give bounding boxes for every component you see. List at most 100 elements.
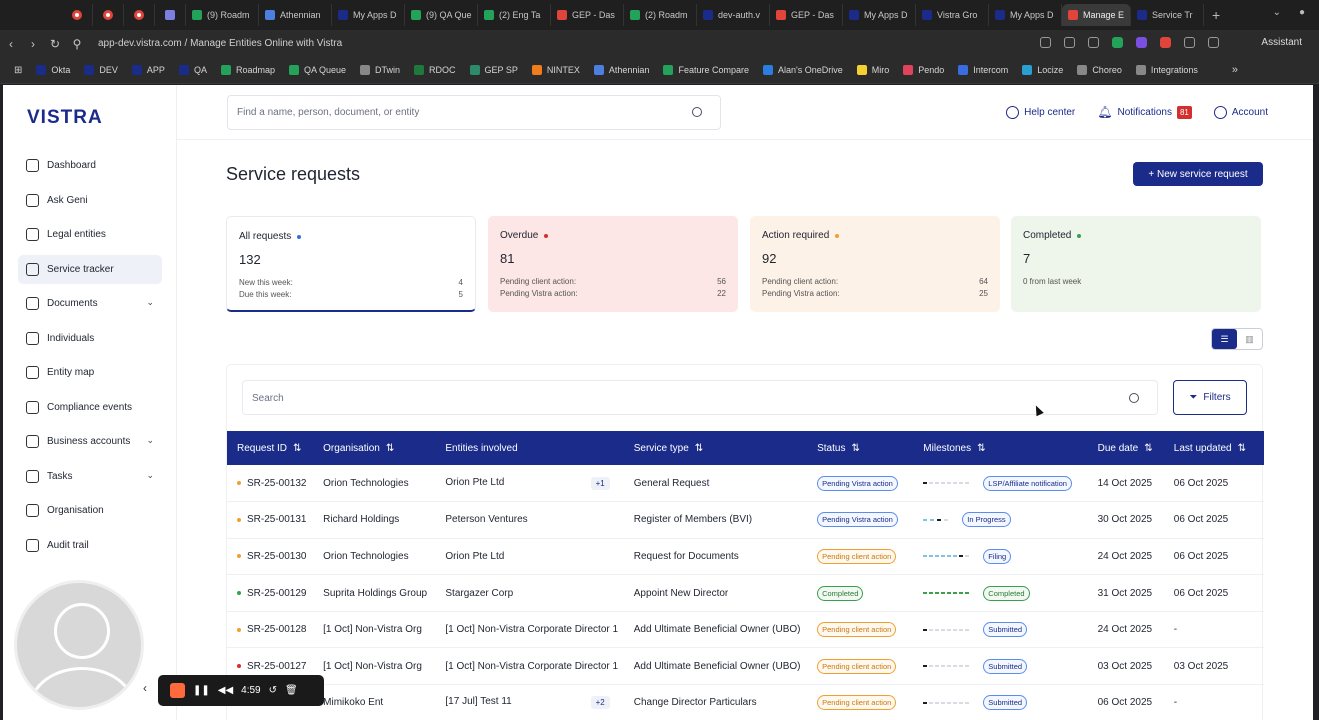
pause-icon[interactable]: ❚❚ [193, 685, 210, 696]
sidebar-item-tasks[interactable]: Tasks ⌄ [18, 462, 162, 491]
table-row[interactable]: SR-25-00126Mimikoko Ent[17 Jul] Test 11+… [227, 685, 1264, 720]
bookmark-item[interactable]: Okta [36, 65, 70, 75]
sidebar-item-individuals[interactable]: Individuals [18, 324, 162, 353]
request-id-cell[interactable]: SR-25-00128 [237, 624, 313, 635]
link-icon[interactable] [1064, 37, 1075, 48]
bookmark-item[interactable]: Pendo [903, 65, 944, 75]
sort-icon[interactable]: ⇅ [695, 443, 703, 454]
extension-icon[interactable] [1088, 37, 1099, 48]
more-bookmarks-icon[interactable]: » [1232, 64, 1238, 76]
bookmark-item[interactable]: QA Queue [288, 65, 346, 75]
sort-icon[interactable]: ⇅ [386, 443, 394, 454]
sort-icon[interactable]: ⇅ [293, 443, 301, 454]
site-info-icon[interactable]: ⚲ [66, 37, 88, 51]
sidebar-item-dashboard[interactable]: Dashboard [18, 151, 162, 180]
puzzle-icon[interactable] [1184, 37, 1195, 48]
bookmark-item[interactable]: DTwin [360, 65, 400, 75]
restart-icon[interactable]: ↺ [269, 685, 277, 696]
chevron-down-icon[interactable]: ⌄ [1273, 7, 1281, 18]
bookmark-item[interactable]: GEP SP [469, 65, 518, 75]
bookmark-item[interactable]: QA [178, 65, 207, 75]
table-row[interactable]: SR-25-00132 Orion Technologies Orion Pte L… [227, 465, 1264, 502]
url-field[interactable]: app-dev.vistra.com / Manage Entities Onl… [98, 38, 342, 49]
filters-button[interactable]: ⏷ Filters [1173, 380, 1247, 415]
bookmark-item[interactable]: Alan's OneDrive [763, 65, 843, 75]
global-search-input[interactable]: Find a name, person, document, or entity [227, 95, 721, 130]
table-row[interactable]: SR-25-00131 Richard Holdings Peterson Vent… [227, 502, 1264, 539]
browser-tab[interactable]: (2) Roadm [624, 4, 697, 26]
window-controls[interactable]: ⌄ ● [1273, 7, 1305, 18]
table-row[interactable]: SR-25-00128 [1 Oct] Non-Vistra Org [1 Oct]… [227, 611, 1264, 648]
bookmark-item[interactable]: Roadmap [220, 65, 275, 75]
collapse-icon[interactable]: ‹ [143, 681, 147, 695]
column-header[interactable]: Entities involved [435, 431, 623, 465]
bookmark-item[interactable]: APP [131, 65, 165, 75]
bookmark-item[interactable]: Athennian [593, 65, 649, 75]
extension-icon[interactable] [1112, 37, 1123, 48]
browser-tab[interactable]: (2) Eng Ta [478, 4, 551, 26]
action-required-card[interactable]: Action required 92 Pending client action… [750, 216, 1000, 312]
browser-tab[interactable]: GEP - Das [770, 4, 843, 26]
sort-icon[interactable]: ⇅ [1144, 443, 1152, 454]
bookmark-item[interactable]: DEV [84, 65, 118, 75]
request-id-cell[interactable]: SR-25-00132 [237, 478, 313, 489]
extension-icon[interactable] [1160, 37, 1171, 48]
sort-icon[interactable]: ⇅ [977, 443, 985, 454]
board-view-icon[interactable]: ▥ [1237, 329, 1262, 349]
reload-icon[interactable]: ↻ [44, 37, 66, 51]
browser-tab[interactable]: Manage E [1062, 4, 1132, 26]
chevron-down-icon[interactable]: ⌄ [146, 297, 154, 308]
browser-tab[interactable]: My Apps D [989, 4, 1062, 26]
notifications-link[interactable]: 🔔︎ Notifications 81 [1097, 105, 1192, 119]
sort-icon[interactable]: ⇅ [1238, 443, 1246, 454]
sidebar-item-ask-geni[interactable]: Ask Geni [18, 186, 162, 215]
stop-recording-button[interactable] [170, 683, 185, 698]
browser-tab[interactable]: Vistra Gro [916, 4, 989, 26]
back-icon[interactable]: ‹ [0, 37, 22, 51]
column-header[interactable]: Last updated ⇅ [1164, 431, 1264, 465]
browser-tab[interactable]: Athennian [259, 4, 332, 26]
bookmark-item[interactable]: Intercom [958, 65, 1008, 75]
column-header[interactable]: Status ⇅ [807, 431, 913, 465]
more-entities-badge[interactable]: +1 [590, 476, 610, 490]
vistra-logo[interactable]: VISTRA [27, 107, 103, 129]
chevron-down-icon[interactable]: ⌄ [146, 435, 154, 446]
help-center-link[interactable]: Help center [1006, 105, 1075, 119]
column-header[interactable]: Organisation ⇅ [313, 431, 435, 465]
bookmark-item[interactable]: Integrations [1135, 65, 1198, 75]
sidebar-item-service-tracker[interactable]: Service tracker [18, 254, 162, 284]
browser-tab[interactable] [155, 4, 186, 26]
sidebar-item-organisation[interactable]: Organisation [18, 496, 162, 525]
star-icon[interactable] [1040, 37, 1051, 48]
browser-tab[interactable]: My Apps D [332, 4, 405, 26]
all-requests-card[interactable]: All requests 132 New this week: 4 Due thi… [226, 216, 476, 312]
sort-icon[interactable]: ⇅ [851, 443, 859, 454]
column-header[interactable]: Milestones ⇅ [913, 431, 1087, 465]
table-row[interactable]: SR-25-00127 [1 Oct] Non-Vistra Org [1 Oct]… [227, 648, 1264, 685]
browser-tab[interactable] [124, 4, 155, 26]
extension-icon[interactable]: ● [1299, 7, 1305, 18]
bookmark-item[interactable]: Locize [1022, 65, 1063, 75]
search-icon[interactable] [1129, 393, 1139, 403]
request-id-cell[interactable]: SR-25-00131 [237, 514, 313, 525]
browser-tab[interactable] [62, 4, 93, 26]
table-search-input[interactable]: Search [242, 380, 1158, 415]
trash-icon[interactable]: 🗑︎ [285, 685, 298, 696]
request-id-cell[interactable]: SR-25-00130 [237, 551, 313, 562]
browser-tab[interactable]: GEP - Das [551, 4, 624, 26]
search-icon[interactable] [692, 107, 702, 117]
bookmark-item[interactable]: Miro [856, 65, 889, 75]
table-row[interactable]: SR-25-00129 Suprita Holdings Group Stargaz… [227, 575, 1264, 612]
column-header[interactable]: Due date ⇅ [1088, 431, 1164, 465]
table-row[interactable]: SR-25-00130 Orion Technologies Orion Pte L… [227, 538, 1264, 575]
chevron-down-icon[interactable]: ⌄ [146, 470, 154, 481]
list-view-icon[interactable]: ☰ [1212, 329, 1237, 349]
more-entities-badge[interactable]: +2 [590, 696, 610, 710]
browser-tab[interactable]: dev-auth.v [697, 4, 770, 26]
browser-tab[interactable] [93, 4, 124, 26]
extension-icon[interactable] [1136, 37, 1147, 48]
bookmark-item[interactable]: RDOC [414, 65, 456, 75]
sidebar-item-documents[interactable]: Documents ⌄ [18, 289, 162, 318]
sidebar-item-business-accounts[interactable]: Business accounts ⌄ [18, 427, 162, 456]
sidebar-item-legal-entities[interactable]: Legal entities [18, 220, 162, 249]
